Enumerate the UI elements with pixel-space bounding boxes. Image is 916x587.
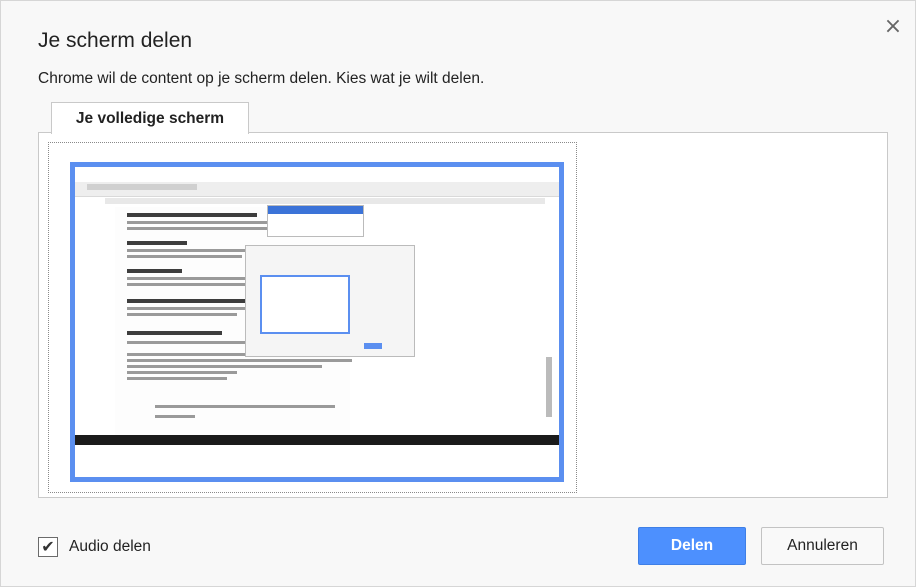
preview-line: [127, 307, 247, 310]
audio-share-label: Audio delen: [69, 538, 151, 555]
preview-line: [127, 283, 247, 286]
screen-preview-image: [75, 167, 559, 477]
preview-heading: [127, 269, 182, 273]
preview-line: [127, 359, 352, 362]
preview-tabstrip: [87, 184, 197, 190]
audio-share-checkbox[interactable]: ✔ Audio delen: [38, 536, 151, 558]
screen-thumbnail[interactable]: [70, 162, 564, 482]
preview-address-bar: [105, 198, 545, 204]
close-icon[interactable]: ×: [881, 15, 905, 39]
cancel-button[interactable]: Annuleren: [761, 527, 884, 565]
preview-heading: [127, 331, 222, 335]
preview-taskbar: [75, 435, 559, 445]
preview-line: [127, 377, 227, 380]
preview-popup: [267, 205, 364, 237]
share-button[interactable]: Delen: [638, 527, 746, 565]
tab-entire-screen[interactable]: Je volledige scherm: [51, 102, 249, 134]
preview-line: [127, 365, 322, 368]
preview-modal: [245, 245, 415, 357]
preview-line: [127, 341, 257, 344]
preview-line: [127, 371, 237, 374]
preview-line: [127, 277, 252, 280]
preview-line: [155, 405, 335, 408]
screen-source-tile[interactable]: [48, 142, 577, 493]
preview-heading: [127, 241, 187, 245]
preview-heading: [127, 299, 252, 303]
preview-bottom-margin: [75, 445, 559, 477]
preview-scrollbar: [546, 357, 552, 417]
source-panel: [38, 132, 888, 498]
dialog-subtitle: Chrome wil de content op je scherm delen…: [38, 70, 485, 87]
dialog-title: Je scherm delen: [38, 29, 193, 52]
preview-line: [155, 415, 195, 418]
preview-line: [127, 255, 242, 258]
share-screen-dialog: Je scherm delen × Chrome wil de content …: [0, 0, 916, 587]
preview-line: [127, 227, 287, 230]
preview-line: [127, 249, 247, 252]
checkbox-checked-icon[interactable]: ✔: [38, 537, 58, 557]
preview-heading: [127, 213, 257, 217]
preview-line: [127, 313, 237, 316]
